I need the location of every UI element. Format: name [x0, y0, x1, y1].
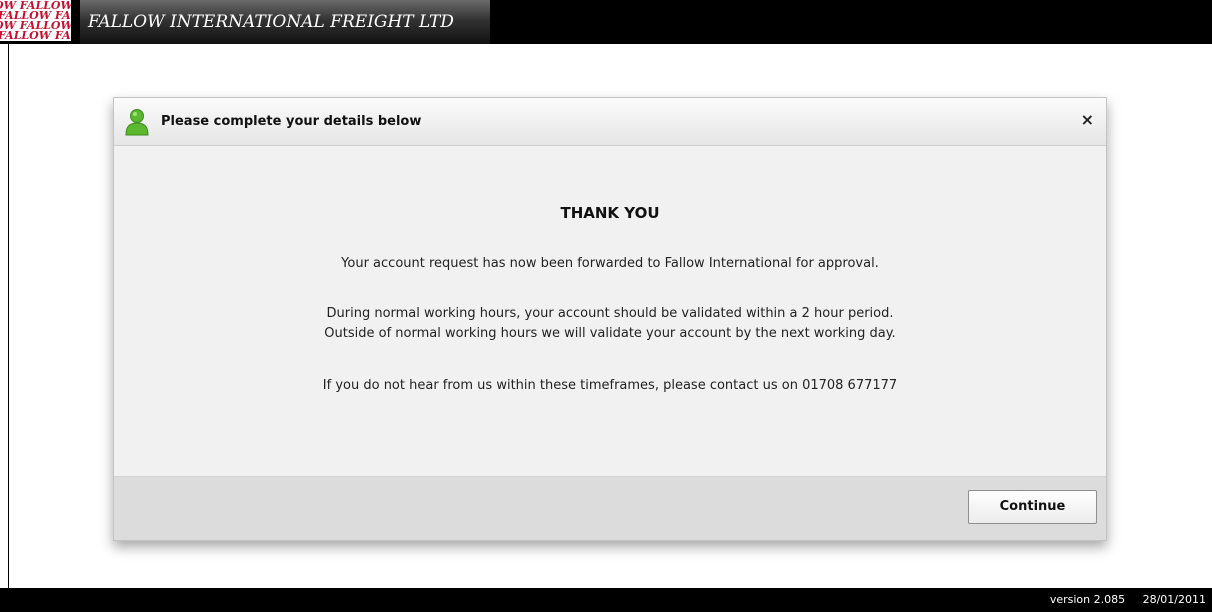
details-dialog: Please complete your details below × THA… — [113, 97, 1107, 541]
contact-message: If you do not hear from us within these … — [322, 378, 898, 393]
top-bar: OW FALLOW FALLOW FA OW FALLOW FALLOW FA … — [0, 0, 1212, 44]
dialog-footer: Continue — [114, 476, 1106, 540]
svg-text:FALLOW FA: FALLOW FA — [0, 29, 71, 41]
dialog-body: THANK YOU Your account request has now b… — [114, 146, 1106, 476]
dialog-header: Please complete your details below × — [114, 98, 1106, 146]
company-logo[interactable]: OW FALLOW FALLOW FA OW FALLOW FALLOW FA — [0, 0, 71, 41]
version-label: version 2.085 — [1049, 593, 1126, 606]
continue-button[interactable]: Continue — [968, 490, 1097, 524]
validation-message-line-2: Outside of normal working hours we will … — [324, 326, 896, 341]
page-border — [8, 44, 9, 588]
close-icon[interactable]: × — [1081, 111, 1094, 129]
dialog-title: Please complete your details below — [161, 114, 422, 129]
validation-message-line-1: During normal working hours, your accoun… — [326, 306, 894, 321]
status-bar: version 2.085 28/01/2011 — [0, 588, 1212, 612]
date-label: 28/01/2011 — [1142, 593, 1206, 606]
user-icon — [124, 108, 150, 136]
company-name: FALLOW INTERNATIONAL FREIGHT LTD — [80, 0, 490, 44]
approval-message: Your account request has now been forwar… — [341, 256, 879, 271]
thank-you-heading: THANK YOU — [560, 204, 660, 222]
status-info: version 2.085 28/01/2011 — [1036, 593, 1206, 606]
